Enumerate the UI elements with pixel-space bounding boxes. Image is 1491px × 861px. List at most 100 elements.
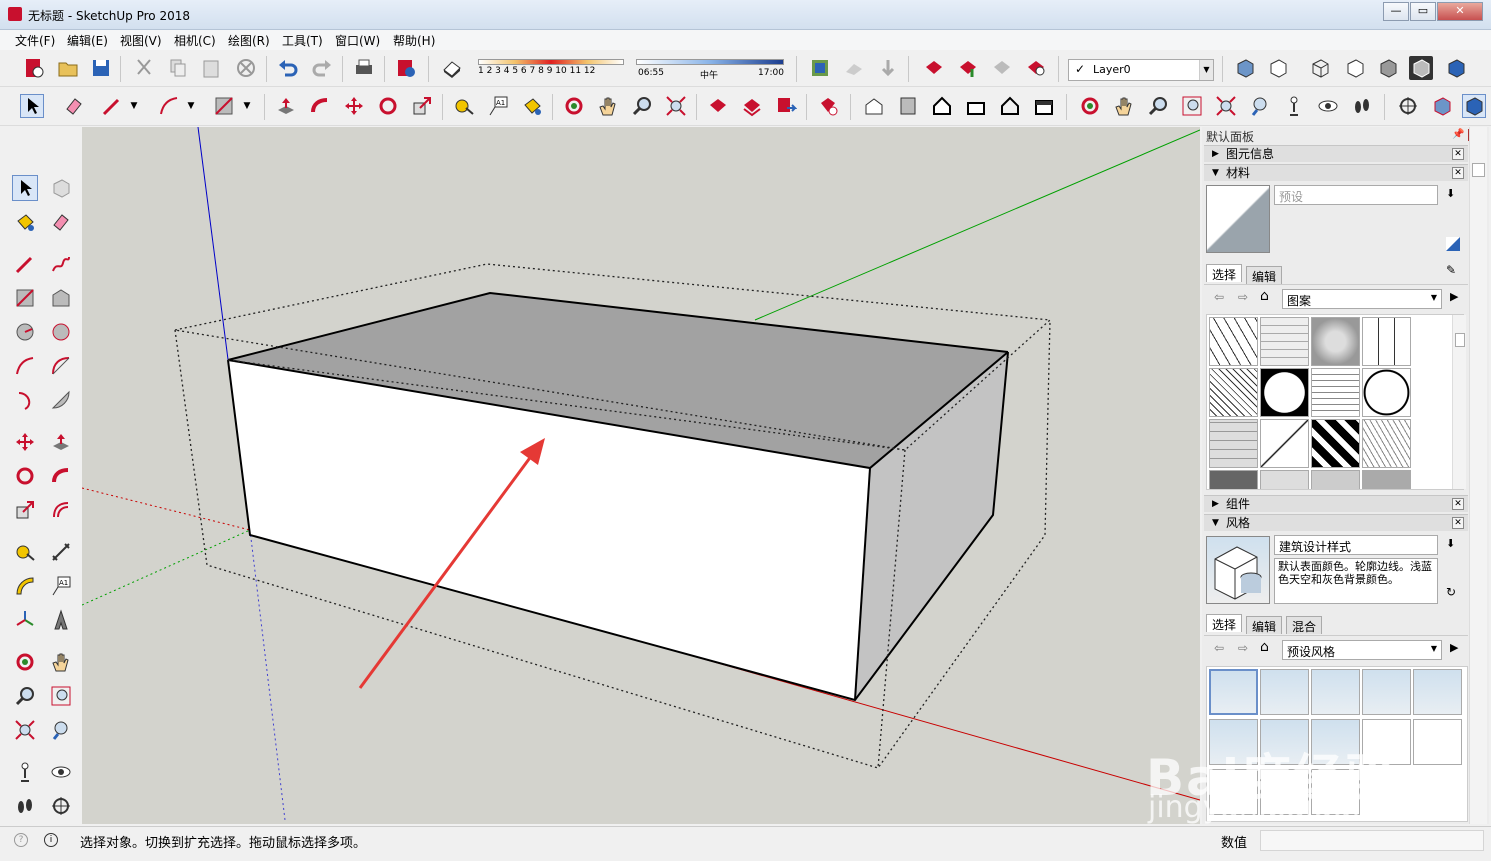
pie-tool-icon[interactable]	[48, 387, 74, 413]
display-section-planes-icon[interactable]	[1430, 94, 1454, 118]
menu-view[interactable]: 视图(V)	[120, 32, 162, 49]
axes-tool-icon[interactable]	[12, 607, 38, 633]
styles-tab-mix[interactable]: 混合	[1286, 616, 1323, 634]
tape-measure-tool-icon[interactable]	[12, 539, 38, 565]
pan-2-icon[interactable]	[1112, 94, 1136, 118]
make-component-icon[interactable]	[48, 175, 74, 201]
chevron-down-icon[interactable]: ▼	[240, 94, 254, 118]
view-iso-icon[interactable]	[862, 94, 886, 118]
redo-icon[interactable]	[310, 56, 334, 80]
close-button[interactable]: ✕	[1437, 2, 1483, 21]
tape-measure-tool-icon[interactable]	[452, 94, 476, 118]
chevron-down-icon[interactable]: ▼	[127, 94, 141, 118]
position-camera-icon[interactable]	[12, 759, 38, 785]
push-pull-tool-icon[interactable]	[274, 94, 298, 118]
create-style-icon[interactable]: ⬇	[1446, 537, 1455, 550]
chevron-down-icon[interactable]: ▼	[184, 94, 198, 118]
open-folder-icon[interactable]	[56, 56, 80, 80]
text-tool-icon[interactable]: A1	[486, 94, 510, 118]
position-camera-icon[interactable]	[1282, 94, 1306, 118]
warehouse-3d-icon[interactable]	[706, 94, 730, 118]
style-wireframe-icon[interactable]	[1308, 56, 1332, 80]
details-icon[interactable]: ▶	[1450, 290, 1458, 303]
dimension-tool-icon[interactable]	[48, 539, 74, 565]
menu-file[interactable]: 文件(F)	[15, 32, 55, 49]
material-swatch[interactable]	[1311, 368, 1360, 417]
rotate-tool-icon[interactable]	[12, 463, 38, 489]
line-tool-icon[interactable]	[100, 94, 124, 118]
display-section-cuts-icon[interactable]	[1462, 94, 1486, 118]
style-thumbnail[interactable]	[1311, 669, 1360, 715]
style-shaded-textures-icon[interactable]	[1409, 56, 1433, 80]
layer-dropdown[interactable]: ✓ Layer0 ▼	[1068, 59, 1214, 81]
protractor-tool-icon[interactable]	[12, 573, 38, 599]
material-swatch[interactable]	[1362, 419, 1411, 468]
two-point-arc-tool-icon[interactable]	[48, 353, 74, 379]
materials-tab-select[interactable]: 选择	[1206, 264, 1243, 282]
save-icon[interactable]	[89, 56, 113, 80]
freehand-tool-icon[interactable]	[48, 251, 74, 277]
arc-tool-icon[interactable]	[12, 353, 38, 379]
maximize-button[interactable]: ▭	[1410, 2, 1436, 21]
move-tool-icon[interactable]	[12, 429, 38, 455]
shadow-month-slider[interactable]: 1 2 3 4 5 6 7 8 9 10 11 12	[478, 59, 624, 81]
geo-location-icon[interactable]: ?	[14, 833, 28, 847]
share-model-2-icon[interactable]	[740, 94, 764, 118]
measurements-input[interactable]	[1260, 830, 1484, 851]
rotated-rectangle-tool-icon[interactable]	[48, 285, 74, 311]
menu-tools[interactable]: 工具(T)	[282, 32, 323, 49]
forward-arrow-icon[interactable]: ⇨	[1238, 641, 1248, 655]
warehouse-icon[interactable]	[922, 56, 946, 80]
materials-section[interactable]: ▼ 材料 ✕	[1204, 164, 1468, 181]
share-component-icon[interactable]	[990, 56, 1014, 80]
material-swatch[interactable]	[1311, 317, 1360, 366]
entity-info-section[interactable]: ▶ 图元信息 ✕	[1204, 145, 1468, 162]
zoom-tool-icon[interactable]	[630, 94, 654, 118]
walk-icon[interactable]	[1350, 94, 1374, 118]
style-thumbnail[interactable]	[1209, 669, 1258, 715]
text-tool-icon[interactable]: A1	[48, 573, 74, 599]
pan-tool-icon[interactable]	[596, 94, 620, 118]
material-swatch[interactable]	[1209, 368, 1258, 417]
menu-draw[interactable]: 绘图(R)	[228, 32, 270, 49]
menu-camera[interactable]: 相机(C)	[174, 32, 216, 49]
follow-me-tool-icon[interactable]	[48, 463, 74, 489]
menu-edit[interactable]: 编辑(E)	[67, 32, 108, 49]
previous-view-icon[interactable]	[1248, 94, 1272, 118]
close-icon[interactable]: ✕	[1452, 498, 1464, 510]
forward-arrow-icon[interactable]: ⇨	[1238, 290, 1248, 304]
material-swatch[interactable]	[1209, 470, 1258, 489]
shadow-toggle-icon[interactable]	[440, 56, 464, 80]
paint-bucket-tool-icon[interactable]	[520, 94, 544, 118]
walk-icon[interactable]	[12, 793, 38, 819]
zoom-window-icon[interactable]	[48, 683, 74, 709]
zoom-extents-2-icon[interactable]	[1214, 94, 1238, 118]
style-hidden-line-icon[interactable]	[1343, 56, 1367, 80]
erase-delete-icon[interactable]	[234, 56, 258, 80]
toggle-terrain-icon[interactable]	[842, 56, 866, 80]
update-style-icon[interactable]: ↻	[1446, 585, 1456, 599]
arc-tool-icon[interactable]	[157, 94, 181, 118]
rotate-tool-icon[interactable]	[376, 94, 400, 118]
panel-scrollbar[interactable]	[1469, 127, 1487, 824]
eraser-tool-icon[interactable]	[62, 94, 86, 118]
copy-icon[interactable]	[166, 56, 190, 80]
orbit-tool-icon[interactable]	[12, 649, 38, 675]
scale-tool-icon[interactable]	[410, 94, 434, 118]
material-swatch[interactable]	[1209, 317, 1258, 366]
materials-scrollbar[interactable]	[1452, 315, 1466, 489]
home-icon[interactable]: ⌂	[1260, 288, 1269, 304]
close-icon[interactable]: ✕	[1452, 167, 1464, 179]
style-thumbnail[interactable]	[1260, 669, 1309, 715]
share-component-2-icon[interactable]	[774, 94, 798, 118]
style-thumbnail[interactable]	[1413, 719, 1462, 765]
minimize-button[interactable]: —	[1383, 2, 1409, 21]
material-name-field[interactable]: 预设	[1274, 185, 1438, 205]
circle-tool-icon[interactable]	[12, 319, 38, 345]
shadow-time-slider[interactable]: 06:55 中午 17:00	[636, 59, 784, 81]
material-swatch[interactable]	[1260, 368, 1309, 417]
add-location-icon[interactable]	[808, 56, 832, 80]
chevron-down-icon[interactable]: ▼	[1199, 60, 1213, 80]
menu-window[interactable]: 窗口(W)	[335, 32, 380, 49]
polygon-tool-icon[interactable]	[48, 319, 74, 345]
